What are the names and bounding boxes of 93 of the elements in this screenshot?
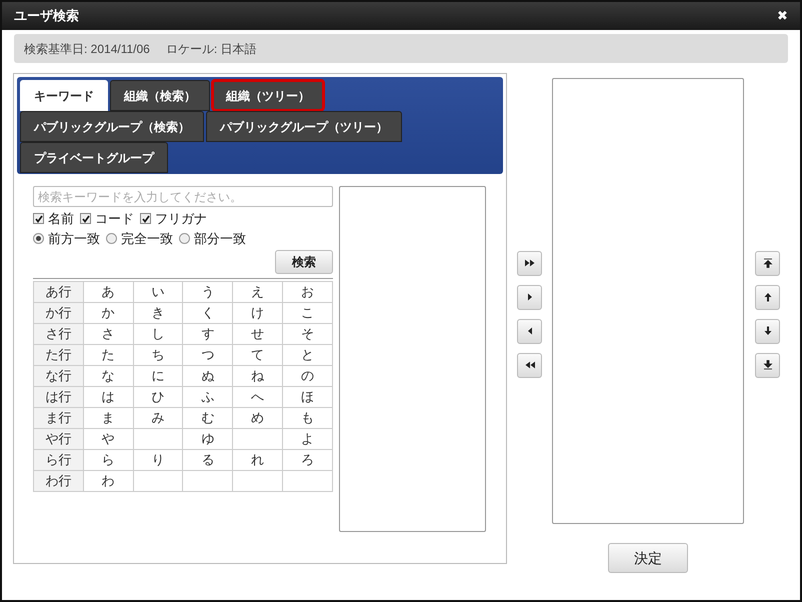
kana-row-header[interactable]: た行 <box>34 344 84 366</box>
kana-cell[interactable]: し <box>133 324 183 344</box>
move-up-icon <box>762 292 772 302</box>
move-down-icon <box>762 326 772 336</box>
kana-cell[interactable]: ふ <box>182 386 233 408</box>
kana-cell[interactable]: お <box>282 282 332 302</box>
kana-cell[interactable]: る <box>182 450 233 470</box>
add-icon-button[interactable] <box>517 284 542 310</box>
checkbox[interactable] <box>80 213 91 224</box>
kana-cell[interactable]: え <box>232 282 283 302</box>
kana-cell[interactable]: め <box>232 408 283 428</box>
kana-cell[interactable]: む <box>182 408 233 428</box>
remove-all-icon-button[interactable] <box>517 352 542 378</box>
kana-cell[interactable]: ろ <box>282 450 332 470</box>
tab[interactable]: 組織（ツリー） <box>212 80 324 111</box>
kana-row-header[interactable]: わ行 <box>34 470 84 492</box>
kana-cell[interactable]: ゆ <box>182 428 233 450</box>
kana-cell[interactable]: ま <box>83 408 134 428</box>
kana-row-header[interactable]: は行 <box>34 386 84 408</box>
move-bottom-icon <box>762 360 772 370</box>
move-top-icon <box>762 258 772 268</box>
kana-cell[interactable]: な <box>83 366 134 386</box>
locale-label: ロケール: 日本語 <box>166 40 257 58</box>
kana-cell[interactable]: よ <box>282 428 332 450</box>
kana-row-header[interactable]: ま行 <box>34 408 84 428</box>
remove-icon-button[interactable] <box>517 318 542 344</box>
radio-label: 部分一致 <box>194 230 246 248</box>
kana-cell[interactable]: も <box>282 408 332 428</box>
kana-cell[interactable]: く <box>182 302 233 324</box>
kana-cell[interactable]: へ <box>232 386 283 408</box>
checkbox[interactable] <box>140 213 151 224</box>
checkbox-label: フリガナ <box>155 210 207 228</box>
radio-button[interactable] <box>106 232 117 244</box>
kana-row-header[interactable]: な行 <box>34 366 84 386</box>
kana-cell[interactable]: ぬ <box>182 366 233 386</box>
kana-cell[interactable]: ほ <box>282 386 332 408</box>
window-title: ユーザ検索 <box>14 7 79 26</box>
kana-cell[interactable]: さ <box>83 324 134 344</box>
checkbox-label: 名前 <box>48 210 74 228</box>
keyword-input[interactable]: 検索キーワードを入力してください。 <box>33 186 333 207</box>
move-top-icon-button[interactable] <box>755 250 780 276</box>
kana-cell[interactable]: ひ <box>133 386 183 408</box>
kana-cell[interactable]: り <box>133 450 183 470</box>
kana-cell[interactable]: あ <box>83 282 134 302</box>
remove-all-icon <box>524 360 534 370</box>
kana-cell[interactable]: に <box>133 366 183 386</box>
kana-cell[interactable]: て <box>232 344 283 366</box>
add-all-icon <box>524 258 534 268</box>
tab[interactable]: キーワード <box>20 80 108 111</box>
tab[interactable]: 組織（検索） <box>110 80 210 111</box>
kana-row-header[interactable]: ら行 <box>34 450 84 470</box>
kana-cell[interactable]: せ <box>232 324 283 344</box>
date-label: 検索基準日: 2014/11/06 <box>24 40 150 58</box>
move-bottom-icon-button[interactable] <box>755 352 780 378</box>
kana-cell[interactable]: と <box>282 344 332 366</box>
kana-row-header[interactable]: あ行 <box>34 282 84 302</box>
tab[interactable]: パブリックグループ（ツリー） <box>206 111 402 142</box>
kana-cell[interactable]: き <box>133 302 183 324</box>
kana-cell[interactable]: け <box>232 302 283 324</box>
kana-cell[interactable]: つ <box>182 344 233 366</box>
radio-button[interactable] <box>33 232 44 244</box>
kana-row-header[interactable]: や行 <box>34 428 84 450</box>
tab[interactable]: パブリックグループ（検索） <box>20 111 204 142</box>
kana-cell[interactable]: の <box>282 366 332 386</box>
kana-cell[interactable]: こ <box>282 302 332 324</box>
radio-label: 前方一致 <box>48 230 100 248</box>
kana-row-header[interactable]: さ行 <box>34 324 84 344</box>
confirm-button[interactable]: 決定 <box>608 543 688 573</box>
kana-cell[interactable]: い <box>133 282 183 302</box>
kana-cell[interactable]: わ <box>83 470 134 492</box>
kana-cell[interactable]: ね <box>232 366 283 386</box>
kana-cell[interactable]: み <box>133 408 183 428</box>
kana-cell[interactable]: う <box>182 282 233 302</box>
checkbox[interactable] <box>33 213 44 224</box>
add-all-icon-button[interactable] <box>517 250 542 276</box>
kana-cell[interactable]: れ <box>232 450 283 470</box>
close-button[interactable]: ✖ <box>777 6 788 26</box>
kana-cell[interactable]: か <box>83 302 134 324</box>
radio-label: 完全一致 <box>121 230 173 248</box>
kana-cell[interactable]: ら <box>83 450 134 470</box>
move-up-icon-button[interactable] <box>755 284 780 310</box>
kana-row-header[interactable]: か行 <box>34 302 84 324</box>
kana-cell[interactable]: た <box>83 344 134 366</box>
kana-cell[interactable]: ち <box>133 344 183 366</box>
search-button[interactable]: 検索 <box>275 250 333 274</box>
radio-button[interactable] <box>179 232 190 244</box>
tab[interactable]: プライベートグループ <box>20 142 168 173</box>
kana-cell[interactable]: す <box>182 324 233 344</box>
move-down-icon-button[interactable] <box>755 318 780 344</box>
kana-cell[interactable]: は <box>83 386 134 408</box>
kana-cell[interactable]: や <box>83 428 134 450</box>
kana-cell[interactable]: そ <box>282 324 332 344</box>
checkbox-label: コード <box>95 210 134 228</box>
